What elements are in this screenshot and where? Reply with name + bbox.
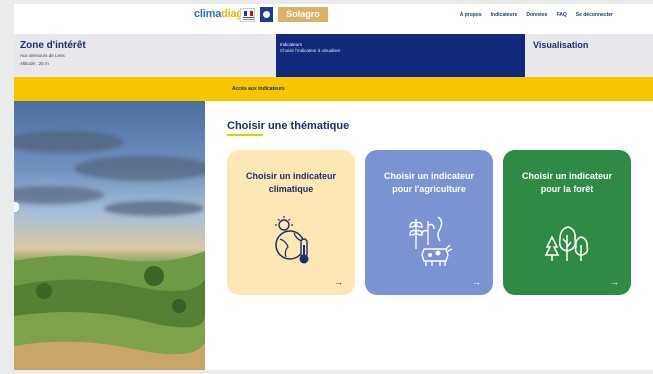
nav-about-link[interactable]: À propos [460, 12, 482, 18]
main-nav: À propos Indicateurs Données FAQ Se déco… [460, 12, 613, 18]
section-heading: Choisir une thématique [227, 120, 350, 132]
card-title: Choisir un indicateur pour la forêt [521, 171, 612, 194]
landscape-image [14, 101, 205, 370]
agriculture-crops-cow-icon [409, 216, 453, 266]
nav-faq-link[interactable]: FAQ [556, 12, 566, 18]
zone-title: Zone d'intérêt [20, 40, 86, 51]
step-indicators-subtitle: Choisir l'indicateur à visualiser [280, 48, 341, 53]
nav-indicators-link[interactable]: Indicateurs [491, 12, 518, 18]
partner-seal-logo [260, 7, 273, 22]
republique-francaise-logo [240, 8, 255, 22]
arrow-right-icon: → [334, 277, 343, 287]
climate-indicator-card[interactable]: Choisir un indicateur climatique → [227, 150, 355, 295]
climadiag-logo[interactable]: climadiag [194, 8, 243, 20]
solagro-logo: Solagro [278, 7, 328, 22]
zone-of-interest-panel[interactable]: Zone d'intérêt Aux alentours de Lens Alt… [14, 34, 276, 77]
card-title: Choisir un indicateur climatique [245, 171, 336, 194]
forest-indicator-card[interactable]: Choisir un indicateur pour la forêt → [503, 150, 631, 295]
zone-altitude: Altitude : 25 m [20, 61, 49, 66]
step-indicators-active[interactable]: Indicateurs Choisir l'indicateur à visua… [276, 34, 525, 77]
arrow-right-icon: → [472, 277, 481, 287]
app-frame: climadiag Solagro À propos Indicateurs D… [14, 4, 653, 370]
heading-underline [227, 134, 263, 136]
access-indicators-link[interactable]: Accès aux indicateurs [232, 86, 285, 92]
arrow-right-icon: → [610, 277, 619, 287]
top-navigation-bar: climadiag Solagro À propos Indicateurs D… [14, 4, 653, 28]
step-visualisation-title: Visualisation [533, 40, 589, 50]
card-title: Choisir un indicateur pour l'agriculture [383, 171, 474, 194]
agriculture-indicator-card[interactable]: Choisir un indicateur pour l'agriculture… [365, 150, 493, 295]
step-visualisation[interactable]: Visualisation [525, 34, 653, 77]
yellow-banner: Accès aux indicateurs [14, 77, 653, 101]
nav-logout-link[interactable]: Se déconnecter [576, 12, 613, 18]
climate-globe-thermometer-icon [275, 216, 309, 264]
forest-trees-icon [544, 226, 589, 261]
zone-location: Aux alentours de Lens [20, 53, 65, 58]
nav-data-link[interactable]: Données [526, 12, 547, 18]
